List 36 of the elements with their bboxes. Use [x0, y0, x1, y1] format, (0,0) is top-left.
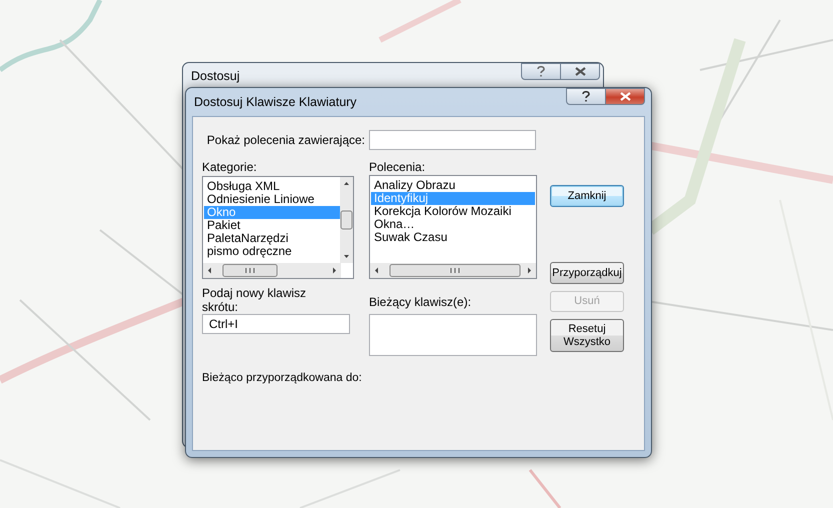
close-icon	[620, 92, 630, 101]
list-item[interactable]: Odniesienie Liniowe	[204, 193, 340, 206]
list-label: Polecenia:	[369, 160, 426, 174]
list-item[interactable]: PaletaNarzędzi	[204, 232, 340, 245]
field-label: Bieżący klawisz(e):	[369, 295, 472, 309]
list-item[interactable]: Okna…	[371, 218, 535, 231]
help-icon	[582, 91, 590, 102]
dialog-button[interactable]: Zamknij	[550, 185, 624, 207]
field-label: Pokaż polecenia zawierające:	[206, 133, 366, 147]
list-item[interactable]: Suwak Czasu	[371, 231, 535, 244]
help-button[interactable]	[566, 88, 606, 105]
dialog-button[interactable]: Przyporządkuj	[550, 262, 624, 284]
assigned-label: Bieżąco przyporządkowana do:	[202, 371, 362, 385]
shortcut-field[interactable]: Ctrl+I	[202, 314, 350, 334]
close-icon	[574, 67, 586, 76]
window-title: Dostosuj	[191, 69, 240, 83]
list-item[interactable]: Pakiet	[204, 219, 340, 232]
help-icon	[537, 66, 545, 77]
category-list[interactable]: Obsługa XML Odniesienie Liniowe Okno Pakiet PaletaNarzędzi pismo odręczne	[202, 176, 354, 279]
list-label: Kategorie:	[202, 160, 258, 174]
horizontal-scrollbar[interactable]	[370, 263, 536, 278]
list-item[interactable]: pismo odręczne	[204, 245, 340, 258]
horizontal-scrollbar[interactable]	[203, 263, 341, 278]
window-title: Dostosuj Klawisze Klawiatury	[194, 95, 357, 109]
search-field[interactable]	[369, 130, 536, 150]
dialog-button[interactable]: Resetuj Wszystko	[550, 319, 624, 352]
close-button[interactable]	[561, 63, 600, 80]
list-item[interactable]: Analizy Obrazu	[371, 179, 535, 192]
list-item[interactable]: Korekcja Kolorów Mozaiki	[371, 205, 535, 218]
vertical-scrollbar[interactable]	[340, 177, 353, 263]
field-label: Podaj nowy klawisz skrótu:	[202, 286, 308, 314]
command-list[interactable]: Analizy Obrazu Identyfikuj Korekcja Kolorów Mozaiki Okna… Suwak Czasu	[369, 175, 537, 279]
close-button[interactable]	[606, 88, 645, 105]
list-item[interactable]: Obsługa XML	[204, 180, 340, 193]
help-button[interactable]	[521, 63, 561, 80]
current-keys-box[interactable]	[369, 314, 537, 356]
